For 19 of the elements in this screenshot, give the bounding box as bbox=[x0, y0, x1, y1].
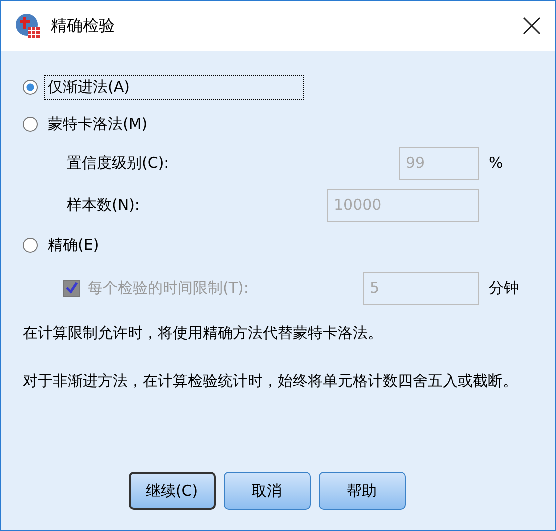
unit-label: % bbox=[489, 154, 504, 172]
radio-label[interactable]: 蒙特卡洛法(M) bbox=[44, 112, 152, 137]
radio-button[interactable] bbox=[23, 117, 38, 132]
field-label: 置信度级别(C): bbox=[66, 152, 170, 174]
radio-button[interactable] bbox=[23, 80, 38, 95]
window-title: 精确检验 bbox=[51, 16, 116, 36]
radio-button[interactable] bbox=[23, 238, 38, 253]
dialog-button[interactable]: 取消 bbox=[224, 472, 310, 510]
radio-label[interactable]: 仅渐进法(A) bbox=[44, 75, 304, 100]
unit-label: 分钟 bbox=[489, 278, 520, 298]
dialog-button[interactable]: 帮助 bbox=[318, 472, 406, 510]
radio-label[interactable]: 精确(E) bbox=[44, 233, 104, 258]
field-label: 样本数(N): bbox=[66, 194, 141, 216]
app-icon bbox=[15, 13, 41, 39]
checkbox-label: 每个检验的时间限制(T): bbox=[87, 278, 250, 298]
note-text: 在计算限制允许时，将使用精确方法代替蒙特卡洛法。 bbox=[23, 323, 384, 344]
note-text: 对于非渐进方法，在计算检验统计时，始终将单元格计数四舍五入或截断。 bbox=[23, 371, 519, 392]
dialog-button[interactable]: 继续(C) bbox=[128, 472, 216, 510]
close-icon[interactable] bbox=[523, 17, 541, 35]
